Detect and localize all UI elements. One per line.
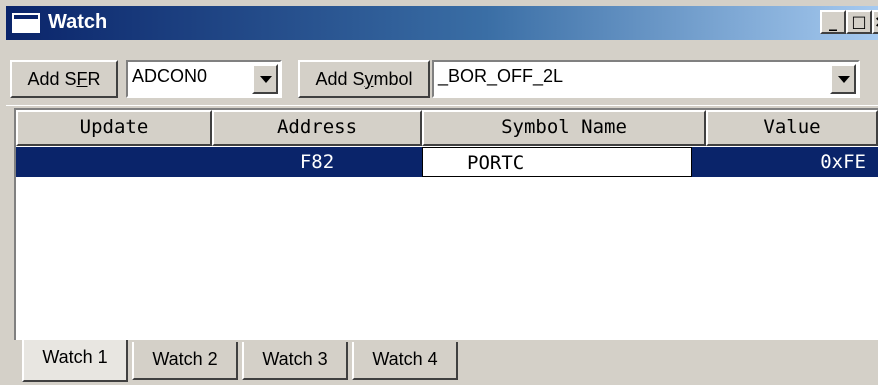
add-sfr-label: Add S (27, 69, 77, 89)
window-title: Watch (48, 11, 108, 33)
add-symbol-mnemonic: y (364, 69, 374, 89)
cell-symbol-name[interactable]: PORTC (422, 147, 692, 177)
add-sfr-mnemonic: F (76, 69, 88, 89)
window-icon (12, 13, 40, 33)
chevron-down-icon[interactable] (252, 64, 278, 94)
maximize-button[interactable]: □ (846, 10, 872, 34)
column-header-update[interactable]: Update (16, 110, 212, 146)
tab-watch-4[interactable]: Watch 4 (352, 342, 458, 380)
cell-value[interactable]: 0xFE (692, 147, 878, 177)
close-button[interactable]: × (872, 10, 878, 34)
table-row[interactable]: F82 PORTC 0xFE (16, 147, 878, 177)
symbol-select[interactable]: _BOR_OFF_2L (432, 60, 860, 98)
cell-address[interactable]: F82 (212, 147, 422, 177)
column-header-value[interactable]: Value (706, 110, 878, 146)
toolbar: Add SFR ADCON0 Add Symbol _BOR_OFF_2L (6, 42, 878, 106)
sfr-select[interactable]: ADCON0 (126, 60, 282, 98)
chevron-down-icon[interactable] (830, 64, 856, 94)
tab-watch-3[interactable]: Watch 3 (242, 342, 348, 380)
column-header-symbol-name[interactable]: Symbol Name (422, 110, 706, 146)
tab-strip: Watch 1 Watch 2 Watch 3 Watch 4 (14, 340, 878, 385)
watch-window: Watch _ □ × Add SFR ADCON0 Add Symbol _B… (0, 0, 878, 385)
tab-watch-2[interactable]: Watch 2 (132, 342, 238, 380)
column-header-address[interactable]: Address (212, 110, 422, 146)
symbol-select-value: _BOR_OFF_2L (438, 66, 564, 86)
add-sfr-button[interactable]: Add SFR (10, 60, 118, 98)
watch-grid: Update Address Symbol Name Value F82 POR… (14, 108, 878, 340)
minimize-button[interactable]: _ (820, 10, 846, 34)
add-symbol-label: Add S (315, 69, 365, 89)
cell-update[interactable] (16, 147, 212, 177)
add-symbol-button[interactable]: Add Symbol (298, 60, 430, 98)
tab-watch-1[interactable]: Watch 1 (22, 340, 128, 382)
add-sfr-label-end: R (87, 69, 101, 89)
title-bar[interactable]: Watch _ □ × (6, 6, 878, 40)
sfr-select-value: ADCON0 (132, 66, 208, 86)
add-symbol-label-end: mbol (373, 69, 413, 89)
